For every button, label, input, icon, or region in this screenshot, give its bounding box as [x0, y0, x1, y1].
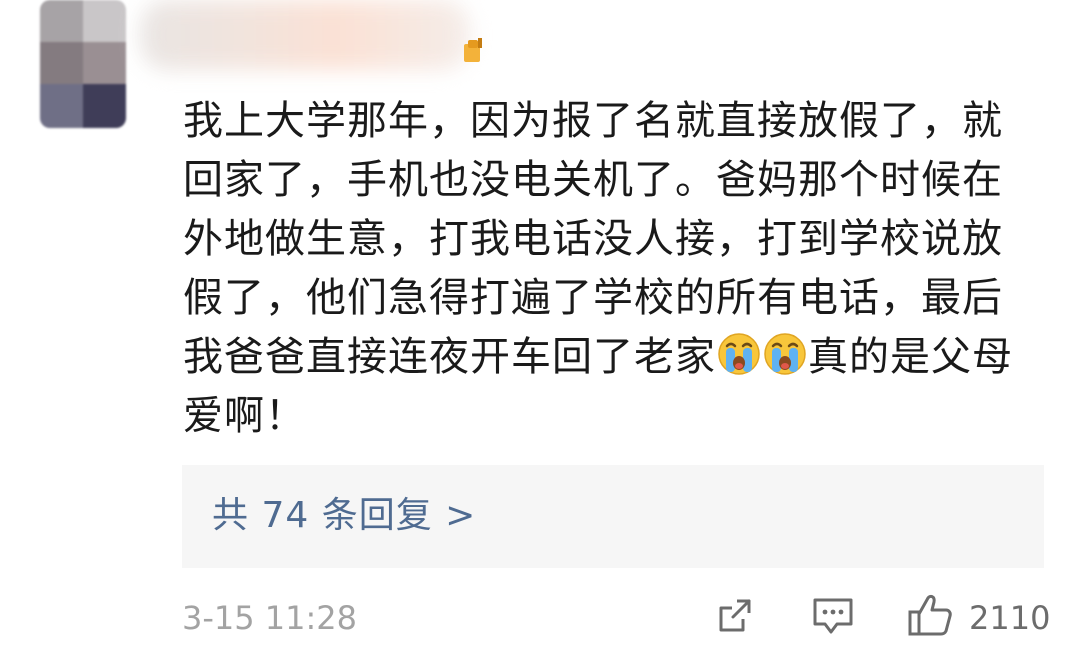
username-blurred[interactable]: [140, 0, 470, 70]
timestamp: 3-15 11:28: [182, 599, 358, 637]
crying-face-icon: [764, 333, 806, 375]
comment-line: 假了，他们急得打遍了学校的所有电话，最后: [183, 275, 1003, 321]
comment-line: 真的是父母: [808, 334, 1013, 380]
comment-line: 我爸爸直接连夜开车回了老家: [183, 334, 716, 380]
comment-line: 爱啊！: [183, 393, 306, 439]
like-icon[interactable]: [906, 592, 954, 638]
comment-line: 我上大学那年，因为报了名就直接放假了，就: [183, 98, 1003, 144]
view-replies-link[interactable]: 共 74 条回复 >: [212, 493, 476, 539]
comment-text: 我上大学那年，因为报了名就直接放假了，就 回家了，手机也没电关机了。爸妈那个时候…: [183, 92, 1043, 446]
comment-line: 外地做生意，打我电话没人接，打到学校说放: [183, 216, 1003, 262]
badge-icon: [464, 38, 482, 62]
replies-panel[interactable]: 共 74 条回复 >: [182, 465, 1044, 568]
like-count: 2110: [969, 599, 1051, 637]
comment-line: 回家了，手机也没电关机了。爸妈那个时候在: [183, 157, 1003, 203]
crying-face-icon: [718, 333, 760, 375]
comment-meta: 3-15 11:28 2110: [182, 590, 1050, 646]
comment-icon[interactable]: [811, 596, 855, 638]
avatar[interactable]: [40, 0, 126, 128]
comment-card: 我上大学那年，因为报了名就直接放假了，就 回家了，手机也没电关机了。爸妈那个时候…: [0, 0, 1080, 658]
share-icon[interactable]: [715, 596, 755, 636]
